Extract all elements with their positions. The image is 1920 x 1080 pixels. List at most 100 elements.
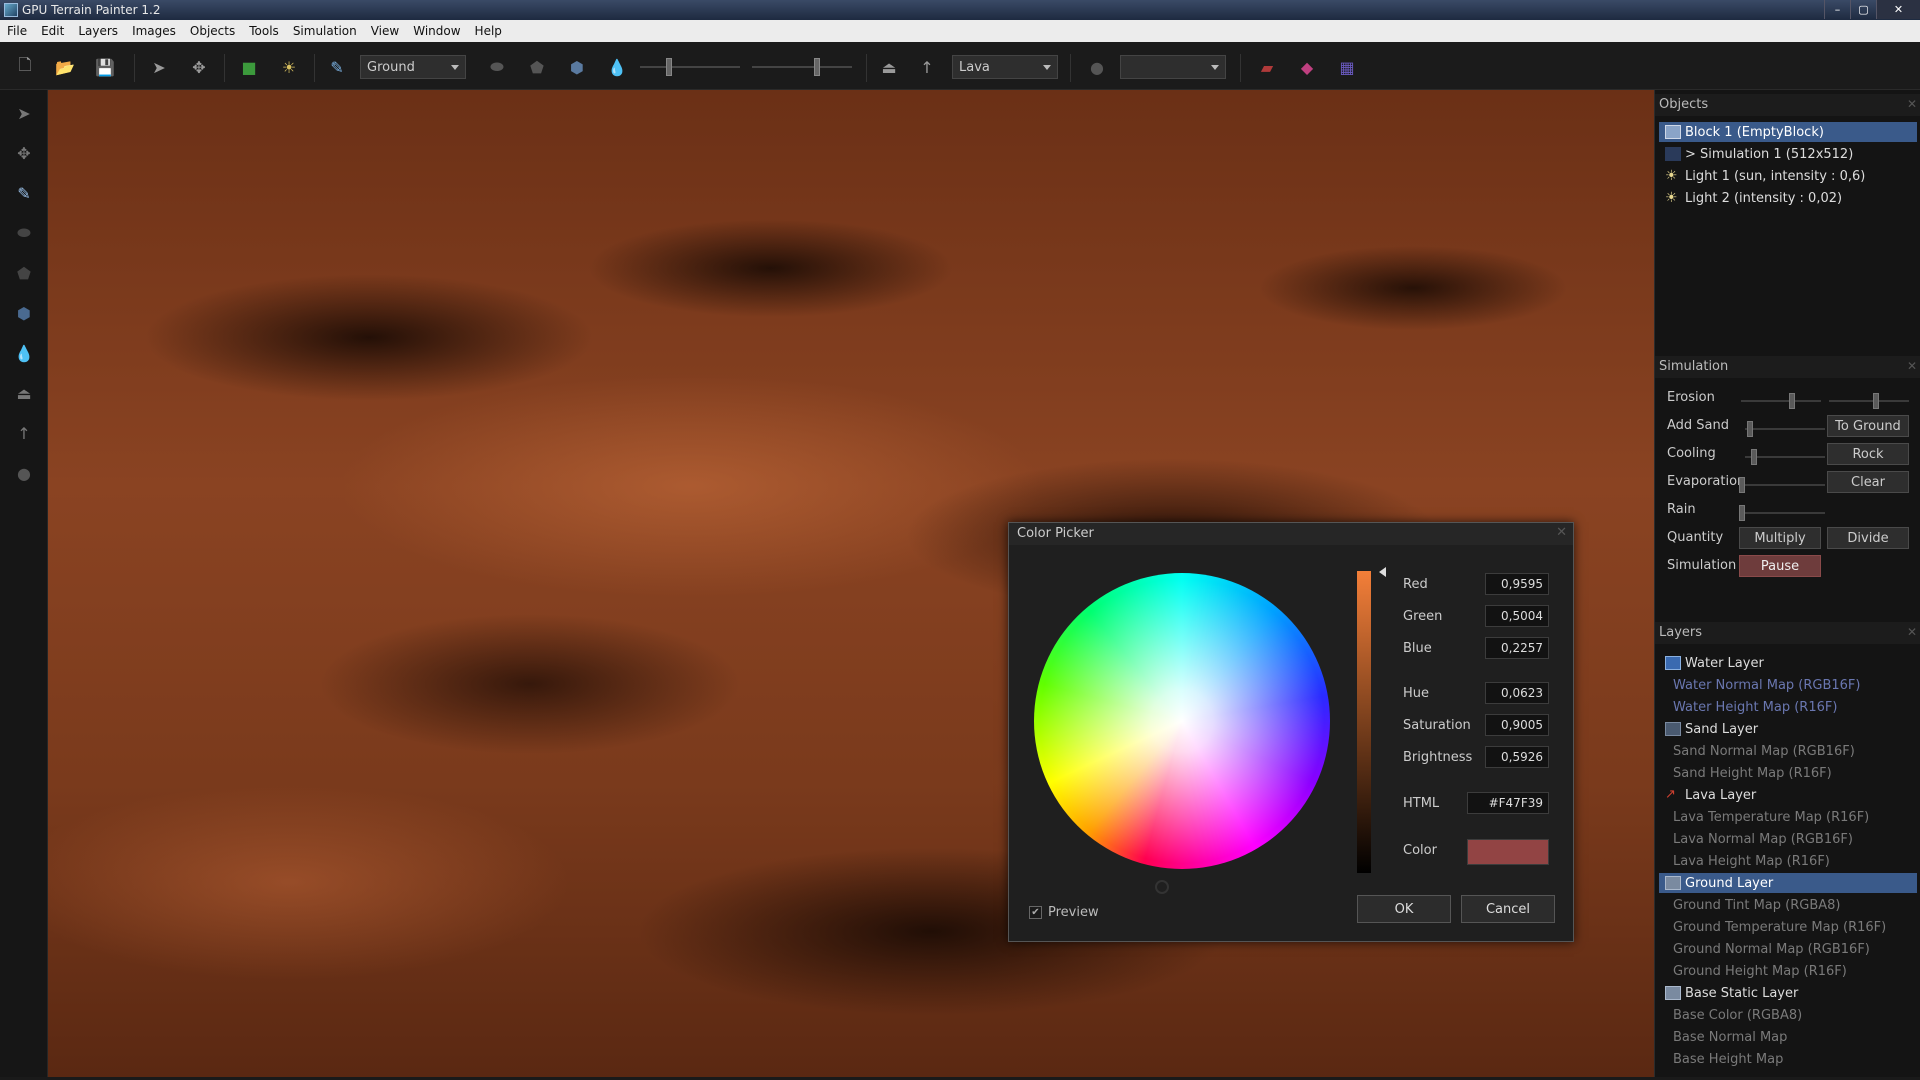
saturation-field[interactable]: 0,9005 [1485, 714, 1549, 736]
ok-button[interactable]: OK [1357, 895, 1451, 923]
select-arrow-icon[interactable]: ➤ [13, 102, 35, 124]
raise-tool-icon[interactable]: ⬬ [486, 56, 508, 78]
terrain-block-icon[interactable]: ■ [238, 56, 260, 78]
close-icon[interactable]: ✕ [1556, 525, 1567, 540]
color-wheel-marker[interactable] [1155, 880, 1169, 894]
smooth-tool-icon[interactable]: ⬢ [13, 302, 35, 324]
up-arrow-icon[interactable]: ↑ [13, 422, 35, 444]
close-icon[interactable]: ✕ [1907, 97, 1917, 113]
slider-knob[interactable] [1873, 393, 1879, 409]
menu-images[interactable]: Images [125, 24, 183, 38]
emitter-icon[interactable]: ⏏ [878, 56, 900, 78]
layer-map-item[interactable]: Base Normal Map [1659, 1027, 1917, 1047]
minimize-icon[interactable]: – [1824, 0, 1850, 19]
color-wheel[interactable] [1034, 573, 1330, 894]
brightness-bar[interactable] [1357, 571, 1371, 873]
divide-button[interactable]: Divide [1827, 527, 1909, 549]
layer-map-item[interactable]: Lava Temperature Map (R16F) [1659, 807, 1917, 827]
layer-item-lava[interactable]: ↗ Lava Layer [1659, 785, 1917, 805]
erosion-slider-2[interactable] [1829, 393, 1909, 409]
layer-map-item[interactable]: Sand Height Map (R16F) [1659, 763, 1917, 783]
menu-window[interactable]: Window [406, 24, 467, 38]
drop-tool-icon[interactable]: 💧 [606, 56, 628, 78]
close-icon[interactable]: ✕ [1907, 359, 1917, 375]
brush-tool-icon[interactable]: ✎ [326, 56, 348, 78]
checkmark-icon[interactable]: ✔ [1029, 906, 1042, 919]
add-sand-slider[interactable] [1745, 421, 1825, 437]
move-icon[interactable]: ✥ [188, 56, 210, 78]
brush-size-slider[interactable] [640, 58, 740, 76]
layer-map-item[interactable]: Ground Tint Map (RGBA8) [1659, 895, 1917, 915]
save-icon[interactable]: 💾 [94, 56, 116, 78]
layer-item-sand[interactable]: Sand Layer [1659, 719, 1917, 739]
new-file-icon[interactable]: 🗋 [14, 55, 36, 78]
brush-layer-combo[interactable]: Ground [360, 55, 466, 79]
smooth-tool-icon[interactable]: ⬢ [566, 56, 588, 78]
layer-map-item[interactable]: Water Height Map (R16F) [1659, 697, 1917, 717]
drop-tool-icon[interactable]: 💧 [13, 342, 35, 364]
layer-item-water[interactable]: Water Layer [1659, 653, 1917, 673]
sphere-icon[interactable]: ● [1086, 56, 1108, 78]
layer-map-item[interactable]: Water Normal Map (RGB16F) [1659, 675, 1917, 695]
object-item[interactable]: Block 1 (EmptyBlock) [1659, 122, 1917, 142]
object-item[interactable]: ☀ Light 2 (intensity : 0,02) [1659, 188, 1917, 208]
close-icon[interactable]: ✕ [1876, 0, 1920, 19]
multiply-button[interactable]: Multiply [1739, 527, 1821, 549]
hue-field[interactable]: 0,0623 [1485, 682, 1549, 704]
slider-knob[interactable] [666, 58, 672, 76]
layer-map-item[interactable]: Lava Normal Map (RGB16F) [1659, 829, 1917, 849]
layer-map-item[interactable]: Sand Normal Map (RGB16F) [1659, 741, 1917, 761]
slider-knob[interactable] [814, 58, 820, 76]
brush-strength-slider[interactable] [752, 58, 852, 76]
move-icon[interactable]: ✥ [13, 142, 35, 164]
object-item[interactable]: ☀ Light 1 (sun, intensity : 0,6) [1659, 166, 1917, 186]
material-combo[interactable]: Lava [952, 55, 1058, 79]
to-ground-button[interactable]: To Ground [1827, 415, 1909, 437]
slider-knob[interactable] [1739, 477, 1745, 493]
brightness-arrow-icon[interactable] [1379, 567, 1386, 577]
object-item[interactable]: > Simulation 1 (512x512) [1659, 144, 1917, 164]
green-field[interactable]: 0,5004 [1485, 605, 1549, 627]
layer-map-item[interactable]: Ground Normal Map (RGB16F) [1659, 939, 1917, 959]
menu-view[interactable]: View [364, 24, 406, 38]
menu-layers[interactable]: Layers [71, 24, 125, 38]
menu-tools[interactable]: Tools [242, 24, 286, 38]
cooling-slider[interactable] [1745, 449, 1825, 465]
select-arrow-icon[interactable]: ➤ [148, 56, 170, 78]
layer-map-item[interactable]: Ground Temperature Map (R16F) [1659, 917, 1917, 937]
lower-tool-icon[interactable]: ⬟ [13, 262, 35, 284]
raise-tool-icon[interactable]: ⬬ [13, 222, 35, 244]
clear-button[interactable]: Clear [1827, 471, 1909, 493]
secondary-combo[interactable] [1120, 55, 1226, 79]
layer-map-item[interactable]: Base Height Map [1659, 1049, 1917, 1069]
evaporation-slider[interactable] [1739, 477, 1825, 493]
emitter-icon[interactable]: ⏏ [13, 382, 35, 404]
html-field[interactable]: #F47F39 [1467, 792, 1549, 814]
red-field[interactable]: 0,9595 [1485, 573, 1549, 595]
layer-map-item[interactable]: Base Color (RGBA8) [1659, 1005, 1917, 1025]
open-file-icon[interactable]: 📂 [54, 56, 76, 78]
rock-button[interactable]: Rock [1827, 443, 1909, 465]
layer-item-ground[interactable]: Ground Layer [1659, 873, 1917, 893]
texture-icon[interactable]: ▦ [1336, 56, 1358, 78]
maximize-icon[interactable]: ▢ [1850, 0, 1876, 19]
brightness-field[interactable]: 0,5926 [1485, 746, 1549, 768]
slider-knob[interactable] [1789, 393, 1795, 409]
sphere-icon[interactable]: ● [13, 462, 35, 484]
layer-map-item[interactable]: Lava Height Map (R16F) [1659, 851, 1917, 871]
palette-icon[interactable]: ◆ [1296, 56, 1318, 78]
close-icon[interactable]: ✕ [1907, 625, 1917, 641]
menu-file[interactable]: File [0, 24, 34, 38]
menu-edit[interactable]: Edit [34, 24, 71, 38]
layer-item-base[interactable]: Base Static Layer [1659, 983, 1917, 1003]
slider-knob[interactable] [1747, 421, 1753, 437]
layer-map-item[interactable]: Ground Height Map (R16F) [1659, 961, 1917, 981]
preview-checkbox[interactable]: ✔ Preview [1029, 905, 1099, 920]
pause-button[interactable]: Pause [1739, 555, 1821, 577]
up-arrow-icon[interactable]: ↑ [916, 56, 938, 78]
lower-tool-icon[interactable]: ⬟ [526, 56, 548, 78]
paint-icon[interactable]: ▰ [1256, 56, 1278, 78]
rain-slider[interactable] [1739, 505, 1825, 521]
menu-help[interactable]: Help [468, 24, 509, 38]
brush-tool-icon[interactable]: ✎ [13, 182, 35, 204]
